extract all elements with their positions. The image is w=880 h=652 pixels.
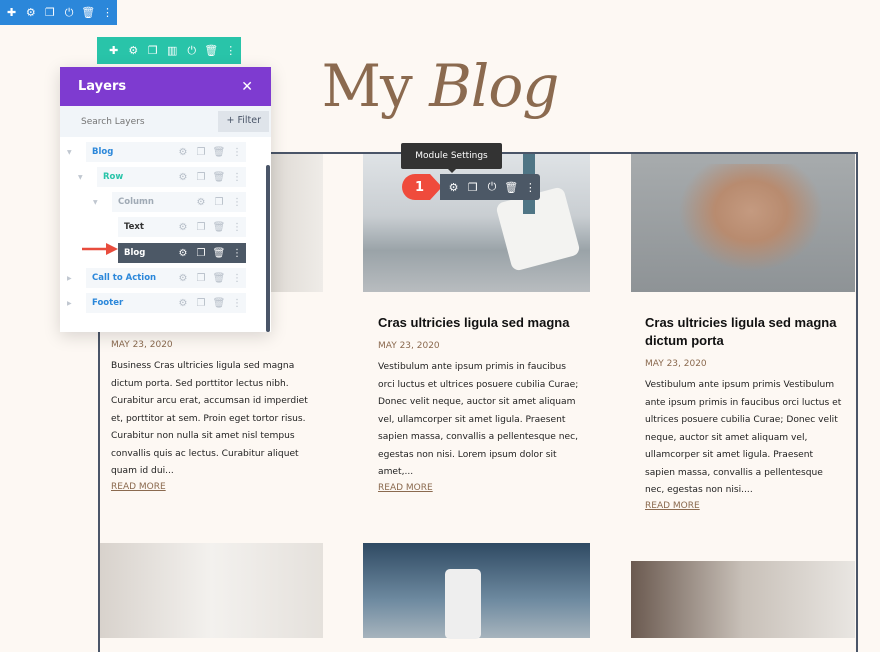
gear-icon[interactable]: ⚙: [192, 197, 210, 208]
caret-down-icon[interactable]: ▼: [67, 149, 72, 156]
layer-item[interactable]: Call to Action ⚙ ❐ 🗑 ⋮: [86, 268, 246, 288]
post-date: MAY 23, 2020: [645, 359, 707, 369]
layers-search-bar: + Filter: [60, 106, 271, 137]
layer-label: Text: [124, 222, 144, 232]
layer-item[interactable]: Row ⚙ ❐ 🗑 ⋮: [97, 167, 246, 187]
close-icon[interactable]: ✕: [241, 79, 253, 95]
more-icon[interactable]: ⋮: [228, 172, 246, 183]
layer-label: Column: [118, 197, 154, 207]
search-layers-input[interactable]: [81, 116, 201, 127]
more-icon[interactable]: ⋮: [228, 273, 246, 284]
trash-icon[interactable]: 🗑: [210, 172, 228, 183]
post-date: MAY 23, 2020: [111, 340, 173, 350]
read-more-link[interactable]: READ MORE: [645, 501, 845, 511]
module-settings-tooltip: Module Settings: [401, 143, 502, 173]
more-icon[interactable]: ⋮: [98, 6, 117, 19]
more-icon[interactable]: ⋮: [228, 222, 246, 233]
more-icon[interactable]: ⋮: [228, 298, 246, 309]
gear-icon[interactable]: ⚙: [174, 273, 192, 284]
section-toolbar: ✚ ⚙ ❐ ⏻ 🗑 ⋮: [0, 0, 117, 25]
caret-right-icon[interactable]: ▶: [67, 300, 72, 307]
filter-button[interactable]: + Filter: [218, 111, 269, 132]
layer-item[interactable]: Footer ⚙ ❐ 🗑 ⋮: [86, 293, 246, 313]
trash-icon[interactable]: 🗑: [210, 298, 228, 309]
layer-label: Footer: [92, 298, 124, 308]
more-icon[interactable]: ⋮: [228, 147, 246, 158]
trash-icon[interactable]: 🗑: [502, 181, 521, 194]
post-excerpt: Business Cras ultricies ligula sed magna…: [111, 361, 308, 476]
post-title[interactable]: Cras ultricies ligula sed magna dictum p…: [645, 314, 845, 350]
red-arrow-icon: [82, 243, 118, 255]
post-image-5[interactable]: [363, 543, 590, 639]
gear-icon[interactable]: ⚙: [174, 248, 192, 259]
gear-icon[interactable]: ⚙: [21, 6, 40, 19]
trash-icon[interactable]: 🗑: [79, 6, 98, 19]
power-icon[interactable]: ⏻: [60, 6, 79, 20]
read-more-link[interactable]: READ MORE: [111, 482, 316, 492]
trash-icon[interactable]: 🗑: [210, 248, 228, 259]
trash-icon[interactable]: 🗑: [210, 147, 228, 158]
title-italic: Blog: [429, 52, 559, 120]
more-icon[interactable]: ⋮: [228, 248, 246, 259]
read-more-link[interactable]: READ MORE: [378, 483, 583, 493]
layer-label: Blog: [92, 147, 114, 157]
duplicate-icon[interactable]: ❐: [40, 6, 59, 19]
power-icon[interactable]: ⏻: [482, 180, 501, 194]
gear-icon[interactable]: ⚙: [174, 172, 192, 183]
caret-down-icon[interactable]: ▼: [93, 199, 98, 206]
layers-scrollbar[interactable]: [266, 165, 270, 332]
post-date: MAY 23, 2020: [378, 341, 440, 351]
layer-item[interactable]: Column ⚙ ❐ ⋮: [112, 192, 246, 212]
blog-post-3: Cras ultricies ligula sed magna dictum p…: [645, 314, 845, 511]
layers-title: Layers: [78, 79, 127, 94]
layers-header: Layers ✕: [60, 67, 271, 106]
post-excerpt: Vestibulum ante ipsum primis Vestibulum …: [645, 380, 842, 495]
layer-item[interactable]: Blog ⚙ ❐ 🗑 ⋮: [118, 243, 246, 263]
gear-icon[interactable]: ⚙: [174, 222, 192, 233]
post-image-4[interactable]: [100, 543, 323, 638]
gear-icon[interactable]: ⚙: [174, 298, 192, 309]
post-excerpt: Vestibulum ante ipsum primis in faucibus…: [378, 362, 579, 477]
blog-post-2: Cras ultricies ligula sed magna MAY 23, …: [378, 314, 583, 493]
gear-icon[interactable]: ⚙: [174, 147, 192, 158]
duplicate-icon[interactable]: ❐: [192, 147, 210, 158]
duplicate-icon[interactable]: ❐: [192, 248, 210, 259]
module-toolbar: ⚙ ❐ ⏻ 🗑 ⋮: [440, 174, 540, 200]
title-plain: My: [321, 52, 430, 120]
gear-icon[interactable]: ⚙: [444, 181, 463, 194]
duplicate-icon[interactable]: ❐: [192, 273, 210, 284]
post-image-6[interactable]: [631, 561, 855, 638]
duplicate-icon[interactable]: ❐: [463, 181, 482, 194]
post-image-3[interactable]: [631, 154, 855, 292]
post-title[interactable]: Cras ultricies ligula sed magna: [378, 314, 583, 332]
layers-panel: Layers ✕ + Filter Blog⚙❐🗑⋮▼Row⚙❐🗑⋮▼Colum…: [60, 67, 271, 332]
layer-item[interactable]: Blog ⚙ ❐ 🗑 ⋮: [86, 142, 246, 162]
layer-label: Call to Action: [92, 273, 157, 283]
trash-icon[interactable]: 🗑: [210, 273, 228, 284]
more-icon[interactable]: ⋮: [521, 181, 540, 194]
layer-item[interactable]: Text ⚙ ❐ 🗑 ⋮: [118, 217, 246, 237]
move-icon[interactable]: ✚: [2, 6, 21, 19]
more-icon[interactable]: ⋮: [228, 197, 246, 208]
blog-post-1: MAY 23, 2020 Business Cras ultricies lig…: [111, 340, 316, 492]
duplicate-icon[interactable]: ❐: [192, 298, 210, 309]
caret-down-icon[interactable]: ▼: [78, 174, 83, 181]
duplicate-icon[interactable]: ❐: [192, 222, 210, 233]
layer-label: Blog: [124, 248, 146, 258]
duplicate-icon[interactable]: ❐: [192, 172, 210, 183]
layer-label: Row: [103, 172, 124, 182]
trash-icon[interactable]: 🗑: [210, 222, 228, 233]
caret-right-icon[interactable]: ▶: [67, 275, 72, 282]
duplicate-icon[interactable]: ❐: [210, 197, 228, 208]
